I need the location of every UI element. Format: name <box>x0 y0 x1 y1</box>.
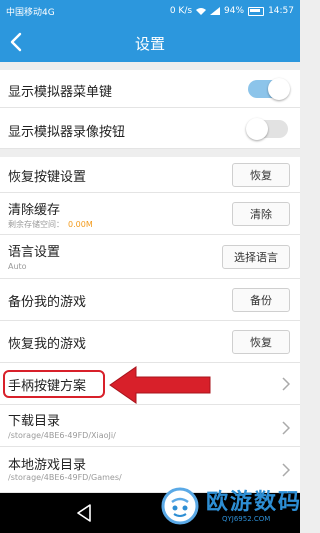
cache-storage-info: 剩余存储空间： 0.00M <box>8 219 93 230</box>
toggle-knob <box>246 118 268 140</box>
watermark-url: QYJ6952.COM <box>222 515 271 523</box>
watermark: 欧游数码 QYJ6952.COM <box>156 480 300 533</box>
watermark-name: 欧游数码 <box>206 490 303 515</box>
page-title: 设置 <box>134 35 165 53</box>
status-right: 0 K/s 94% 14:57 <box>170 6 294 16</box>
status-bar: 中国移动4G 0 K/s 94% 14:57 <box>0 0 300 22</box>
signal-icon <box>210 7 221 15</box>
show-record-button-toggle[interactable] <box>246 118 288 140</box>
setting-label: 显示模拟器菜单键 <box>8 85 113 100</box>
setting-label: 备份我的游戏 <box>8 295 87 310</box>
language-value: Auto <box>8 262 27 271</box>
setting-label: 清除缓存 <box>8 203 61 218</box>
setting-language: 语言设置 Auto 选择语言 <box>0 235 300 279</box>
annotation-arrow-icon <box>109 366 211 404</box>
network-speed: 0 K/s <box>169 6 193 16</box>
setting-label: 显示模拟器录像按钮 <box>8 125 126 140</box>
cache-subtitle: 剩余存储空间： <box>8 220 64 229</box>
clock: 14:57 <box>268 6 294 16</box>
local-games-dir-path: /storage/4BE6-49FD/Games/ <box>8 473 122 482</box>
title-bar: 设置 <box>0 22 300 62</box>
setting-label: 恢复按键设置 <box>8 170 87 185</box>
battery-icon <box>248 6 265 16</box>
annotation-highlight-box <box>3 370 105 398</box>
setting-restore-keys: 恢复按键设置 恢复 <box>0 157 300 193</box>
backup-button[interactable]: 备份 <box>232 288 290 312</box>
select-language-button[interactable]: 选择语言 <box>222 245 290 269</box>
toggle-knob <box>268 78 290 100</box>
setting-show-menu-key[interactable]: 显示模拟器菜单键 <box>0 70 300 108</box>
setting-label: 本地游戏目录 <box>8 458 87 473</box>
clear-cache-button[interactable]: 清除 <box>232 202 290 226</box>
chevron-right-icon <box>282 421 290 435</box>
chevron-right-icon <box>282 463 290 477</box>
carrier-label: 中国移动4G <box>6 7 55 18</box>
setting-backup-games: 备份我的游戏 备份 <box>0 279 300 321</box>
setting-restore-games: 恢复我的游戏 恢复 <box>0 321 300 363</box>
battery-percent: 94% <box>224 6 245 16</box>
cache-size: 0.00M <box>68 220 93 229</box>
restore-games-button[interactable]: 恢复 <box>232 330 290 354</box>
setting-show-record-button[interactable]: 显示模拟器录像按钮 <box>0 108 300 149</box>
download-dir-path: /storage/4BE6-49FD/XiaoJi/ <box>8 431 116 440</box>
setting-label: 恢复我的游戏 <box>8 337 87 352</box>
watermark-logo-icon <box>161 487 199 525</box>
nav-back-icon[interactable] <box>74 502 94 524</box>
chevron-right-icon <box>282 377 290 391</box>
setting-clear-cache: 清除缓存 剩余存储空间： 0.00M 清除 <box>0 193 300 235</box>
setting-label: 语言设置 <box>8 245 61 260</box>
restore-keys-button[interactable]: 恢复 <box>232 163 290 187</box>
wifi-icon <box>196 8 207 15</box>
setting-download-dir[interactable]: 下载目录 /storage/4BE6-49FD/XiaoJi/ <box>0 405 300 447</box>
show-menu-key-toggle[interactable] <box>248 78 290 100</box>
setting-label: 下载目录 <box>8 414 61 429</box>
